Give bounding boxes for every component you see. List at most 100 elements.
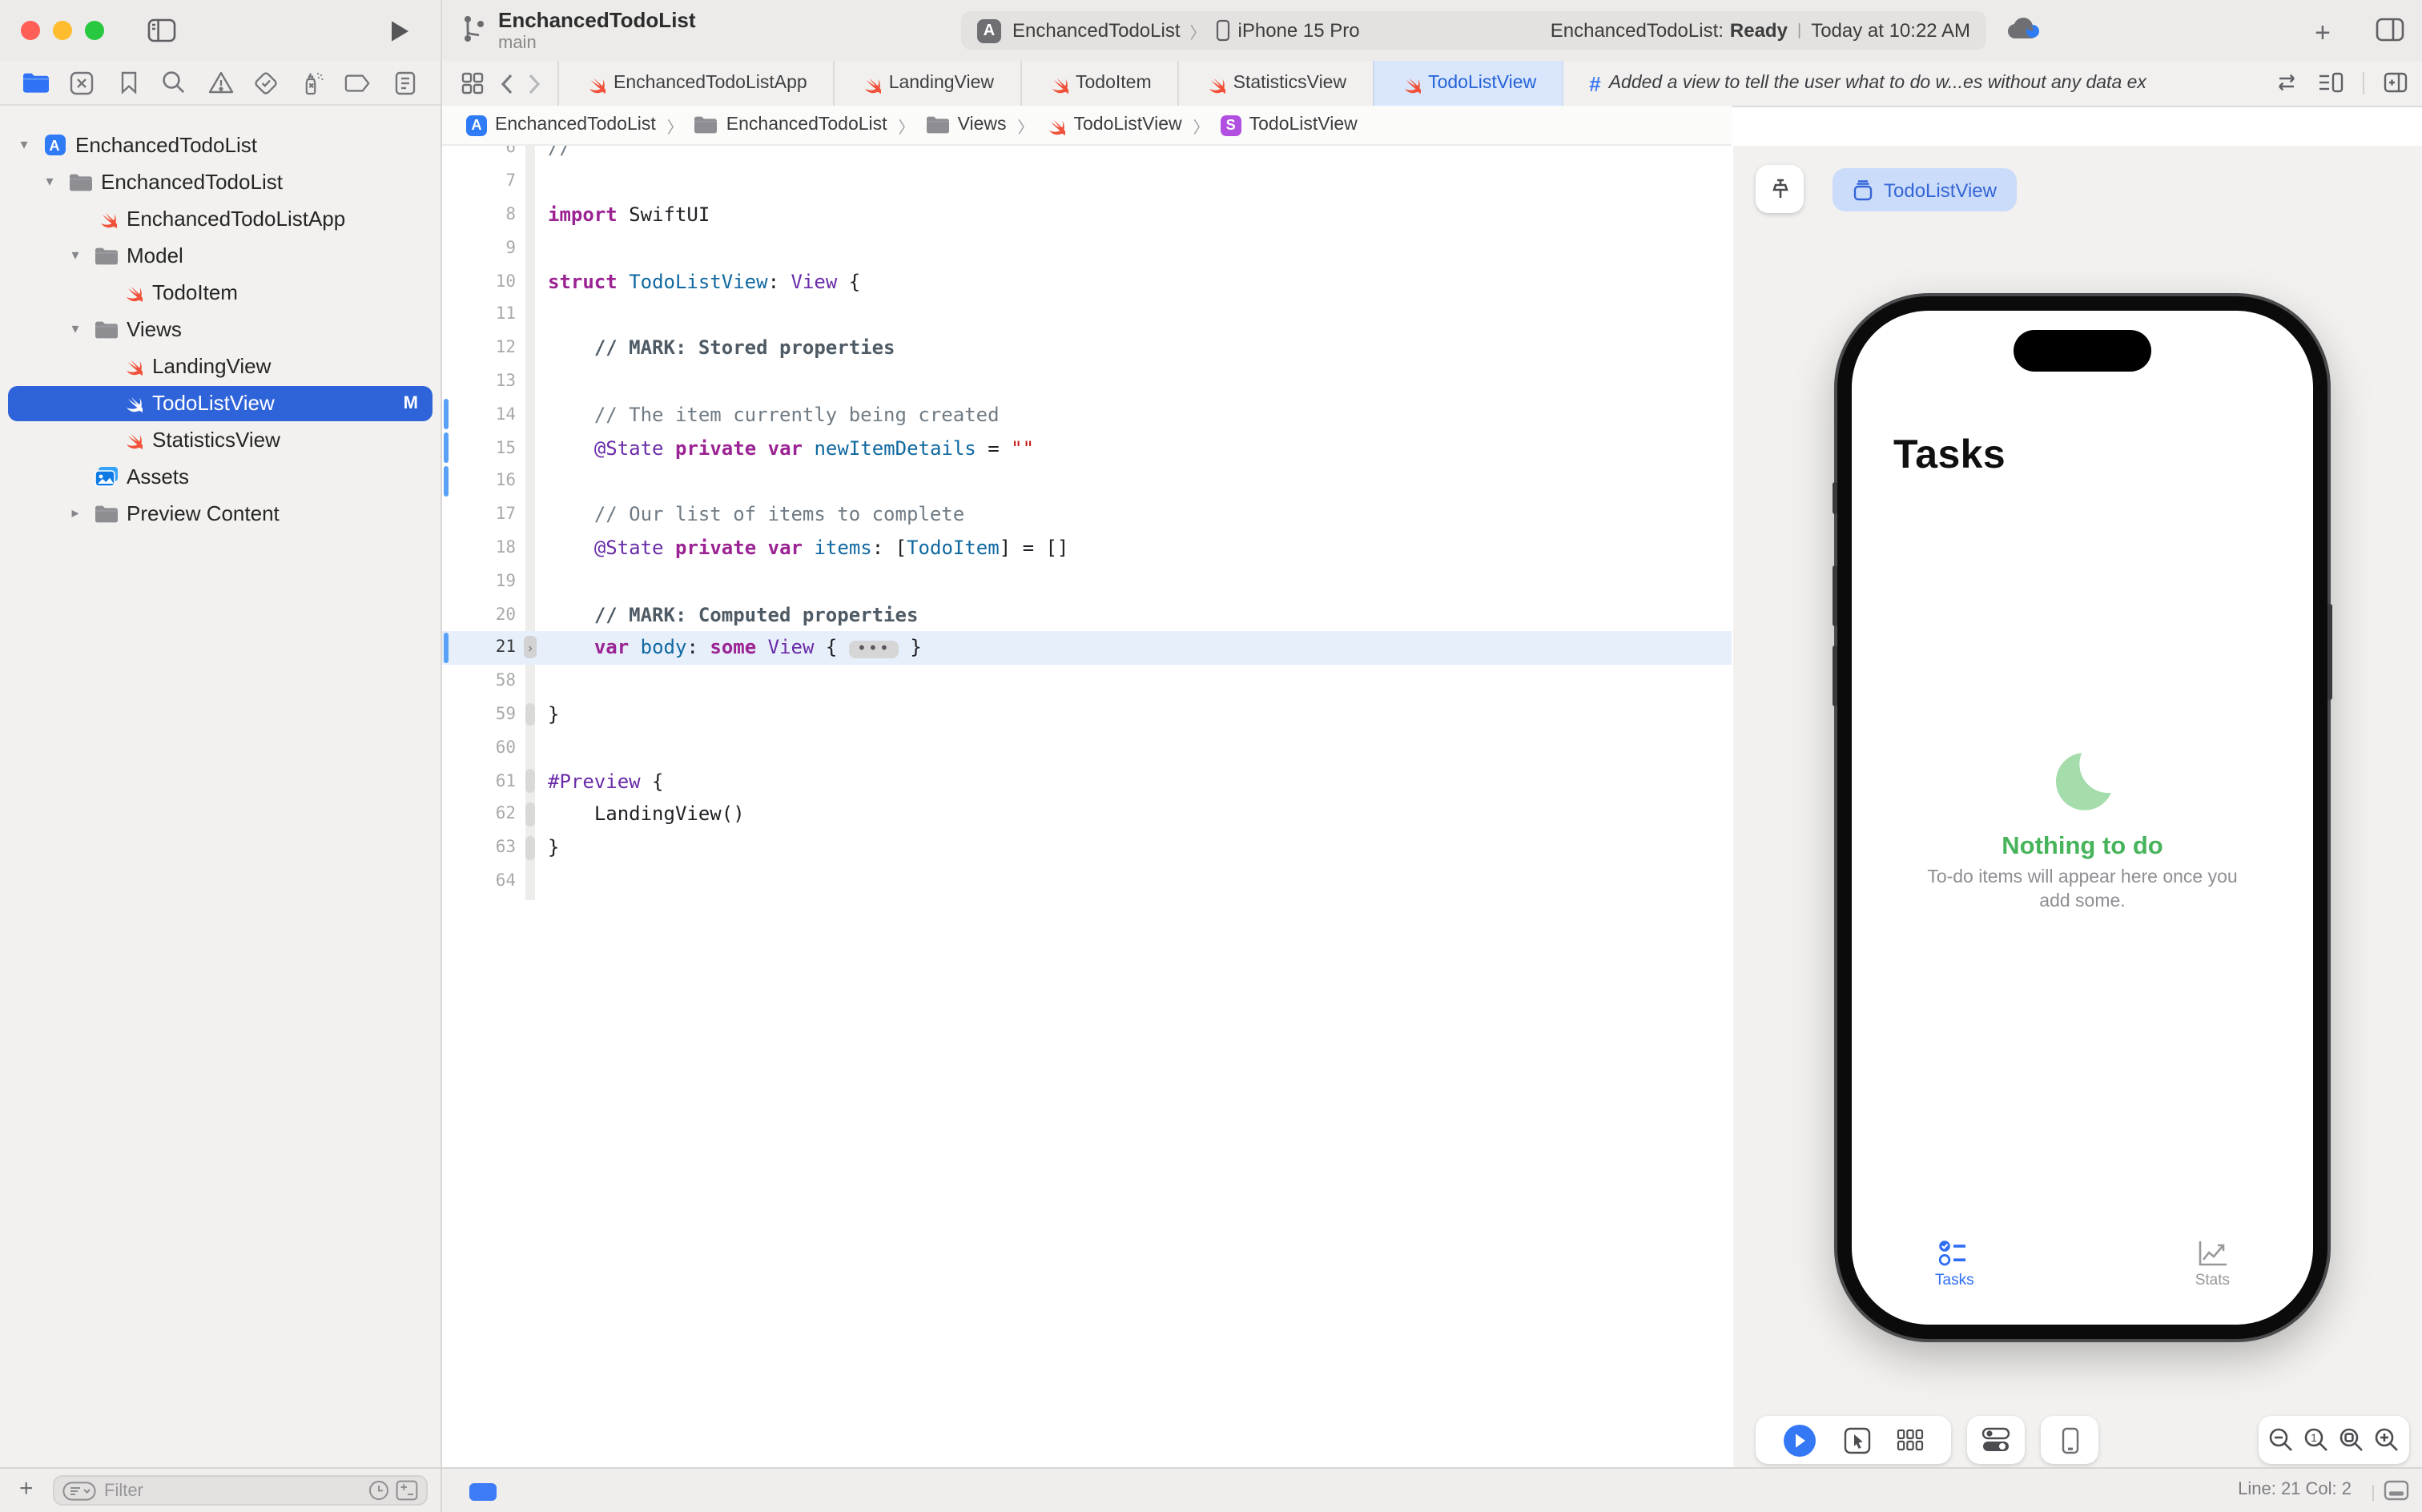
recent-files-icon[interactable]: [368, 1480, 389, 1501]
selectable-mode-button[interactable]: [1843, 1426, 1870, 1454]
minimize-button[interactable]: [53, 21, 72, 40]
editor-options-icon[interactable]: [2318, 72, 2344, 93]
reports-icon[interactable]: [391, 69, 418, 96]
code-line-21[interactable]: 21 › var body: some View { ••• }: [442, 631, 1732, 665]
code-line-63[interactable]: 63}: [442, 831, 1732, 865]
breakpoints-icon[interactable]: [345, 69, 372, 96]
issues-icon[interactable]: [207, 69, 234, 96]
disclosure-icon[interactable]: ▾: [16, 136, 32, 154]
tab-TodoListView[interactable]: TodoListView: [1372, 61, 1563, 106]
code-line-64[interactable]: 64: [442, 864, 1732, 898]
sidebar-item-StatisticsView[interactable]: StatisticsView: [0, 421, 441, 458]
fold-ribbon-mark[interactable]: [525, 702, 535, 726]
code-line-8[interactable]: 8 import SwiftUI: [442, 198, 1732, 231]
run-button[interactable]: [389, 19, 410, 43]
fold-ribbon-mark[interactable]: [525, 769, 535, 793]
activity-chip[interactable]: [469, 1483, 497, 1501]
sidebar-item-Assets[interactable]: Assets: [0, 458, 441, 495]
code-line-7[interactable]: 7: [442, 165, 1732, 199]
code-line-6[interactable]: 6 //: [442, 146, 1732, 165]
tab-stats[interactable]: Stats: [2195, 1240, 2230, 1289]
swap-editors-icon[interactable]: [2275, 72, 2299, 93]
fold-ribbon-mark[interactable]: [525, 802, 535, 826]
code-line-19[interactable]: 19: [442, 565, 1732, 598]
code-line-18[interactable]: 18 @State private var items: [TodoItem] …: [442, 531, 1732, 565]
zoom-in-icon[interactable]: [2374, 1427, 2400, 1453]
disclosure-icon[interactable]: ▾: [67, 320, 83, 338]
scheme-app-icon[interactable]: A: [977, 18, 1001, 42]
fold-ribbon-mark[interactable]: [525, 835, 535, 860]
fold-chevron-icon[interactable]: ›: [524, 636, 537, 658]
project-navigator-icon[interactable]: [22, 69, 50, 96]
zoom-actual-icon[interactable]: 1: [2303, 1427, 2329, 1453]
keyboard-display-icon[interactable]: [2384, 1480, 2409, 1501]
sidebar-item-Views[interactable]: ▾ Views: [0, 311, 441, 348]
pin-preview-button[interactable]: [1756, 165, 1804, 213]
breadcrumb-item-EnchancedTodoList[interactable]: EnchancedTodoList: [694, 115, 887, 135]
zoom-button[interactable]: [85, 21, 104, 40]
sidebar-item-Preview Content[interactable]: ▸ Preview Content: [0, 495, 441, 532]
sidebar-item-EnchancedTodoListApp[interactable]: EnchancedTodoListApp: [0, 200, 441, 237]
sidebar-item-EnchancedTodoList[interactable]: ▾ EnchancedTodoList: [0, 163, 441, 200]
code-line-13[interactable]: 13: [442, 364, 1732, 398]
bookmarks-icon[interactable]: [115, 69, 142, 96]
find-icon[interactable]: [161, 69, 188, 96]
disclosure-icon[interactable]: ▾: [42, 173, 58, 191]
zoom-fit-icon[interactable]: [2339, 1427, 2364, 1453]
forward-icon[interactable]: [529, 73, 541, 94]
code-line-59[interactable]: 59}: [442, 698, 1732, 731]
breadcrumb-item-EnchancedTodoList[interactable]: A EnchancedTodoList: [466, 115, 656, 135]
zoom-out-icon[interactable]: [2268, 1427, 2294, 1453]
code-line-9[interactable]: 9: [442, 231, 1732, 265]
sidebar-item-LandingView[interactable]: LandingView: [0, 348, 441, 384]
sidebar-item-TodoItem[interactable]: TodoItem: [0, 274, 441, 311]
variants-grid-button[interactable]: [1897, 1429, 1925, 1451]
sidebar-item-EnchancedTodoList[interactable]: ▾ A EnchancedTodoList: [0, 127, 441, 163]
filter-field[interactable]: Filter: [53, 1475, 428, 1506]
device-settings-button[interactable]: [1967, 1416, 2025, 1464]
code-text: // MARK: Computed properties: [593, 603, 919, 626]
source-control-filter-icon[interactable]: [396, 1480, 418, 1501]
source-editor[interactable]: 6 // 7 8 import SwiftUI 9 10 struct TodoListVie…: [442, 146, 1732, 1467]
tab-LandingView[interactable]: LandingView: [832, 61, 1020, 106]
debug-icon[interactable]: [299, 69, 326, 96]
code-line-61[interactable]: 61 #Preview {: [442, 764, 1732, 798]
code-line-14[interactable]: 14 // The item currently being created: [442, 398, 1732, 432]
breadcrumb-item-TodoListView[interactable]: TodoListView: [1045, 115, 1182, 135]
breadcrumb-item-Views[interactable]: Views: [926, 115, 1007, 135]
add-file-button[interactable]: +: [19, 1475, 34, 1502]
code-line-58[interactable]: 58: [442, 665, 1732, 698]
code-line-60[interactable]: 60: [442, 731, 1732, 765]
code-line-16[interactable]: 16: [442, 464, 1732, 498]
run-destination[interactable]: iPhone 15 Pro: [1238, 19, 1360, 42]
toggle-sidebar-icon[interactable]: [147, 18, 176, 43]
code-line-17[interactable]: 17 // Our list of items to complete: [442, 498, 1732, 532]
add-tab-button[interactable]: +: [2315, 18, 2331, 50]
scheme-name[interactable]: EnchancedTodoList: [1012, 19, 1181, 42]
tab-EnchancedTodoListApp[interactable]: EnchancedTodoListApp: [557, 61, 833, 106]
code-line-20[interactable]: 20 // MARK: Computed properties: [442, 597, 1732, 631]
add-editor-icon[interactable]: [2384, 72, 2408, 93]
disclosure-icon[interactable]: ▾: [67, 247, 83, 264]
breadcrumb-item-TodoListView[interactable]: S TodoListView: [1220, 115, 1358, 135]
disclosure-icon[interactable]: ▸: [67, 505, 83, 522]
close-button[interactable]: [21, 21, 40, 40]
code-line-10[interactable]: 10 struct TodoListView: View {: [442, 264, 1732, 298]
minimap-grid-icon[interactable]: [461, 72, 484, 94]
tab-tasks[interactable]: Tasks: [1935, 1240, 1974, 1289]
live-preview-button[interactable]: [1783, 1423, 1816, 1457]
code-line-11[interactable]: 11: [442, 298, 1732, 332]
code-line-15[interactable]: 15 @State private var newItemDetails = "…: [442, 431, 1732, 464]
sidebar-item-TodoListView[interactable]: TodoListView M: [0, 384, 441, 421]
code-line-62[interactable]: 62 LandingView(): [442, 798, 1732, 831]
sidebar-item-Model[interactable]: ▾ Model: [0, 237, 441, 274]
code-line-12[interactable]: 12 // MARK: Stored properties: [442, 332, 1732, 365]
source-control-icon[interactable]: [69, 69, 96, 96]
editor-layout-icon[interactable]: [2376, 18, 2404, 42]
tests-icon[interactable]: [253, 69, 280, 96]
tab-TodoItem[interactable]: TodoItem: [1020, 61, 1177, 106]
tab-StatisticsView[interactable]: StatisticsView: [1177, 61, 1372, 106]
preview-device-button[interactable]: [2041, 1416, 2098, 1464]
preview-target-chip[interactable]: TodoListView: [1833, 168, 2016, 211]
back-icon[interactable]: [500, 73, 513, 94]
